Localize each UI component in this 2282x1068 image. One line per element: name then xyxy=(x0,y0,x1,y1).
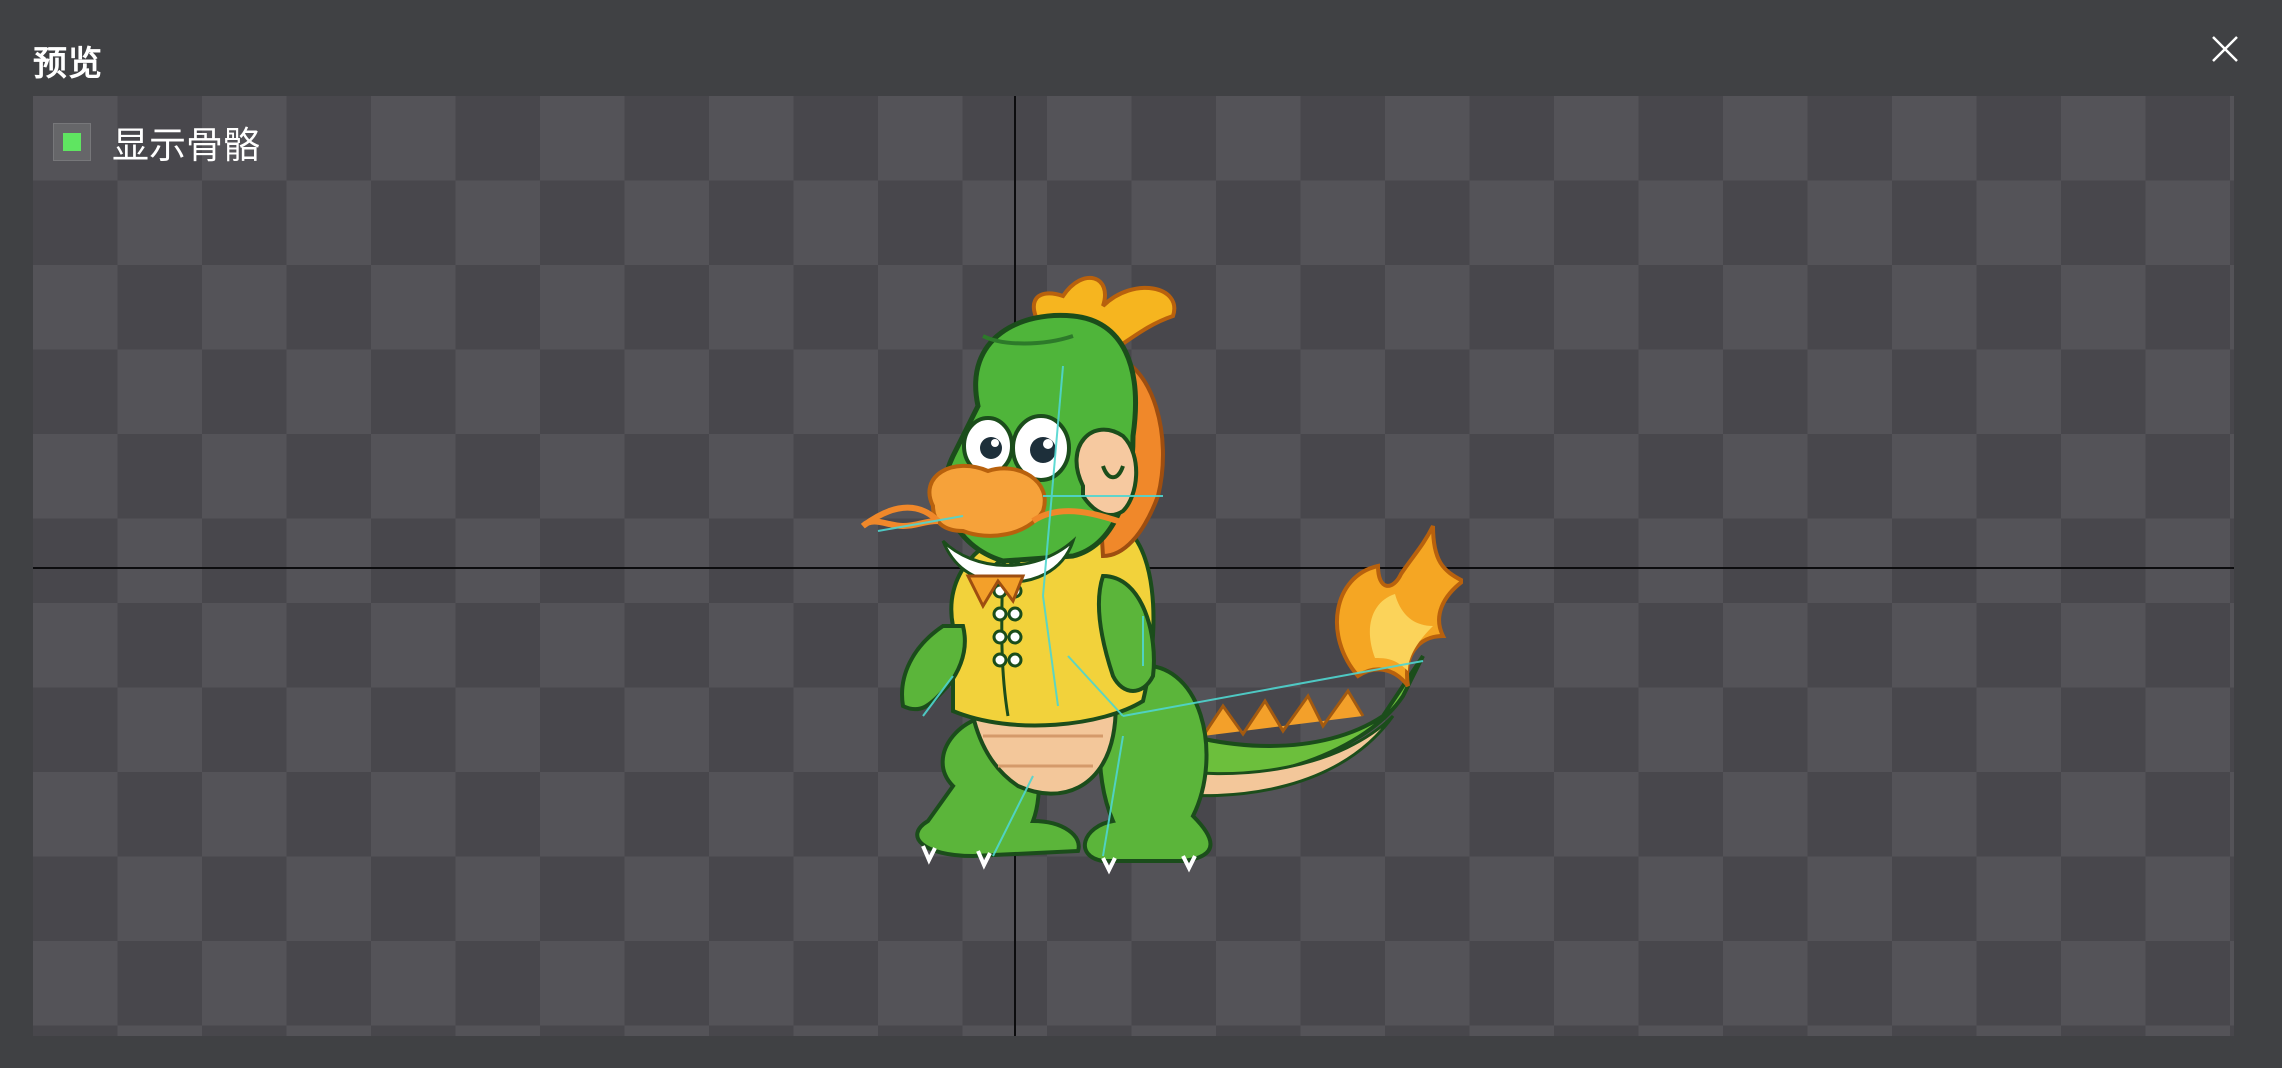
show-bones-label: 显示骨骼 xyxy=(112,124,260,167)
dragon-character xyxy=(860,275,1463,875)
show-bones-checkbox[interactable] xyxy=(53,123,91,161)
preview-dialog: 预览 显示骨骼 xyxy=(0,0,2282,1068)
close-icon xyxy=(2212,36,2238,62)
preview-canvas[interactable]: 显示骨骼 xyxy=(33,96,2234,1036)
dialog-title: 预览 xyxy=(33,44,103,84)
show-bones-toggle[interactable]: 显示骨骼 xyxy=(53,115,260,169)
checked-square-icon xyxy=(63,133,81,151)
close-button[interactable] xyxy=(2205,29,2245,69)
